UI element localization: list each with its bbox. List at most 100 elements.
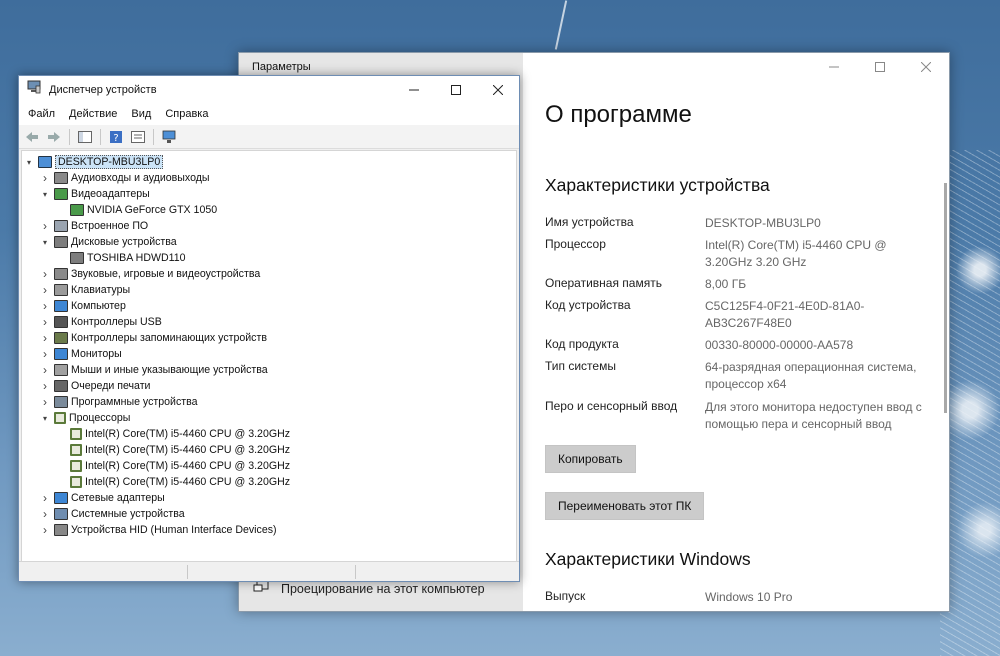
tree-item[interactable]: NVIDIA GeForce GTX 1050	[56, 202, 217, 218]
chevron-right-icon[interactable]: ›	[40, 282, 50, 298]
scrollbar[interactable]	[944, 183, 947, 413]
windows-specs-heading: Характеристики Windows	[545, 549, 751, 569]
tree-item[interactable]: › Звуковые, игровые и видеоустройства	[40, 266, 260, 282]
tree-item-label: Контроллеры USB	[71, 316, 162, 328]
spec-value: 00330-80000-00000-AA578	[705, 338, 854, 352]
spec-label: Тип системы	[545, 359, 616, 373]
monitor-icon	[162, 130, 176, 143]
properties-icon	[131, 130, 145, 143]
tree-item-label: NVIDIA GeForce GTX 1050	[87, 204, 218, 216]
menu-help[interactable]: Справка	[160, 108, 213, 120]
device-tree[interactable]: ▾ DESKTOP-MBU3LP0 › Аудиовходы и аудиовых…	[21, 150, 517, 562]
console-tree-icon	[78, 130, 92, 143]
tree-item[interactable]: Intel(R) Core(TM) i5-4460 CPU @ 3.20GHz	[56, 426, 290, 442]
arrow-right-icon	[48, 131, 60, 142]
chevron-right-icon[interactable]: ›	[40, 506, 50, 522]
chevron-right-icon[interactable]: ›	[40, 378, 50, 394]
chevron-right-icon[interactable]: ›	[40, 330, 50, 346]
tree-item[interactable]: › Программные устройства	[40, 394, 198, 410]
spec-value: DESKTOP-MBU3LP0	[705, 216, 821, 230]
hid-icon	[54, 524, 68, 536]
menu-bar: Файл Действие Вид Справка	[19, 103, 519, 125]
printer-icon	[54, 380, 68, 392]
help-icon: ?	[110, 130, 122, 144]
properties-button[interactable]	[129, 128, 147, 146]
tree-item[interactable]: › Устройства HID (Human Interface Devices…	[40, 522, 277, 538]
help-button[interactable]: ?	[107, 128, 125, 146]
copy-button[interactable]: Копировать	[545, 445, 636, 473]
maximize-button[interactable]	[435, 76, 477, 103]
device-manager-icon	[27, 80, 41, 99]
spec-label: Процессор	[545, 237, 606, 251]
processor-icon	[70, 460, 82, 472]
tree-item-label: Видеоадаптеры	[71, 188, 150, 200]
monitor-icon	[54, 300, 68, 312]
software-device-icon	[54, 396, 68, 408]
firmware-icon	[54, 220, 68, 232]
tree-item[interactable]: TOSHIBA HDWD110	[56, 250, 186, 266]
chevron-down-icon[interactable]: ▾	[40, 234, 50, 250]
chevron-down-icon[interactable]: ▾	[40, 186, 50, 202]
tree-item[interactable]: ▾ Процессоры	[40, 410, 130, 426]
chevron-right-icon[interactable]: ›	[40, 170, 50, 186]
menu-file[interactable]: Файл	[23, 108, 60, 120]
settings-content: О программе Характеристики устройства Им…	[545, 53, 949, 611]
tree-item-label: Intel(R) Core(TM) i5-4460 CPU @ 3.20GHz	[85, 476, 291, 488]
tree-item[interactable]: › Сетевые адаптеры	[40, 490, 165, 506]
chevron-down-icon[interactable]: ▾	[24, 154, 34, 170]
tree-item[interactable]: › Компьютер	[40, 298, 126, 314]
tree-item[interactable]: ▾ Видеоадаптеры	[40, 186, 150, 202]
show-hide-console-tree-button[interactable]	[76, 128, 94, 146]
tree-item[interactable]: Intel(R) Core(TM) i5-4460 CPU @ 3.20GHz	[56, 474, 290, 490]
spec-label: Перо и сенсорный ввод	[545, 399, 678, 413]
scan-hardware-button[interactable]	[160, 128, 178, 146]
minimize-button[interactable]	[393, 76, 435, 103]
tree-item[interactable]: › Очереди печати	[40, 378, 150, 394]
tree-item[interactable]: ▾ Дисковые устройства	[40, 234, 177, 250]
tree-root[interactable]: ▾ DESKTOP-MBU3LP0	[24, 154, 164, 170]
toolbar: ?	[19, 125, 519, 149]
computer-icon	[38, 156, 52, 168]
disk-icon	[70, 252, 84, 264]
processor-icon	[70, 444, 82, 456]
sidebar-item-projecting[interactable]: Проецирование на этот компьютер	[253, 580, 485, 597]
display-adapter-icon	[54, 188, 68, 200]
toolbar-divider	[153, 128, 154, 145]
tree-item[interactable]: › Аудиовходы и аудиовыходы	[40, 170, 210, 186]
back-button[interactable]	[23, 128, 41, 146]
tree-item[interactable]: › Встроенное ПО	[40, 218, 148, 234]
tree-item[interactable]: Intel(R) Core(TM) i5-4460 CPU @ 3.20GHz	[56, 458, 290, 474]
menu-view[interactable]: Вид	[126, 108, 156, 120]
tree-item[interactable]: › Контроллеры USB	[40, 314, 162, 330]
speaker-icon	[54, 172, 68, 184]
tree-item[interactable]: › Системные устройства	[40, 506, 185, 522]
chevron-right-icon[interactable]: ›	[40, 394, 50, 410]
speaker-icon	[54, 268, 68, 280]
chevron-right-icon[interactable]: ›	[40, 490, 50, 506]
close-icon	[493, 84, 503, 95]
projecting-icon	[253, 580, 269, 597]
system-device-icon	[54, 508, 68, 520]
menu-action[interactable]: Действие	[64, 108, 122, 120]
chevron-right-icon[interactable]: ›	[40, 218, 50, 234]
toolbar-divider	[69, 128, 70, 145]
tree-item[interactable]: › Клавиатуры	[40, 282, 130, 298]
chevron-down-icon[interactable]: ▾	[40, 410, 50, 426]
device-manager-titlebar[interactable]: Диспетчер устройств	[19, 76, 519, 103]
chevron-right-icon[interactable]: ›	[40, 314, 50, 330]
close-button[interactable]	[477, 76, 519, 103]
tree-item[interactable]: Intel(R) Core(TM) i5-4460 CPU @ 3.20GHz	[56, 442, 290, 458]
chevron-right-icon[interactable]: ›	[40, 362, 50, 378]
rename-pc-button[interactable]: Переименовать этот ПК	[545, 492, 705, 520]
spec-value: C5C125F4-0F21-4E0D-81A0-AB3C267F48E0	[705, 299, 865, 330]
spec-value: Для этого монитора недоступен ввод с пом…	[705, 400, 922, 431]
chevron-right-icon[interactable]: ›	[40, 298, 50, 314]
chevron-right-icon[interactable]: ›	[40, 522, 50, 538]
tree-item[interactable]: › Контроллеры запоминающих устройств	[40, 330, 267, 346]
tree-item[interactable]: › Мониторы	[40, 346, 122, 362]
forward-button[interactable]	[45, 128, 63, 146]
tree-item[interactable]: › Мыши и иные указывающие устройства	[40, 362, 268, 378]
chevron-right-icon[interactable]: ›	[40, 266, 50, 282]
chevron-right-icon[interactable]: ›	[40, 346, 50, 362]
